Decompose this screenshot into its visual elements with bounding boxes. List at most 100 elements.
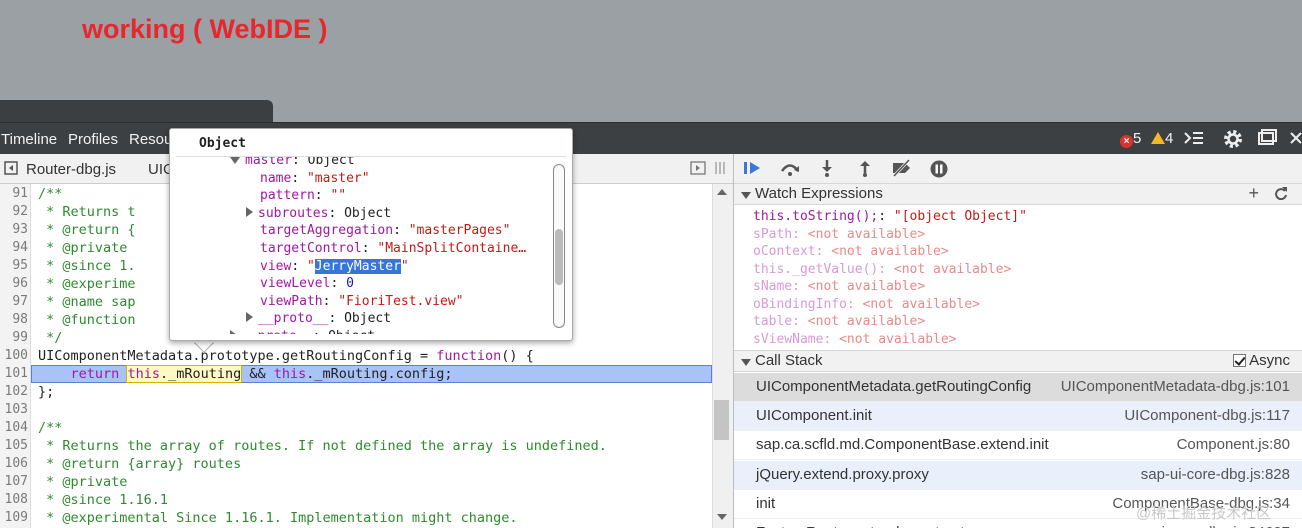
resume-icon[interactable] [742,159,764,179]
page-banner: working ( WebIDE ) [82,14,328,44]
line-number[interactable]: 91 [0,186,28,201]
object-property-row: name: "master" [260,171,370,186]
property-value: "FioriTest.view" [338,293,464,309]
debugger-toggle-icon[interactable] [690,161,706,179]
line-number[interactable]: 100 [0,348,28,363]
call-frame[interactable]: jQuery.extend.proxy.proxy sap-ui-core-dbg… [734,460,1302,490]
console-drawer-icon[interactable] [1184,130,1204,150]
object-property-row[interactable]: subroutes: Object [246,206,391,221]
line-number[interactable]: 97 [0,294,28,309]
editor-scrollbar[interactable] [712,184,733,528]
navigator-toggle-icon[interactable] [4,161,18,179]
watch-expression-row[interactable]: table: <not available> [753,314,925,329]
expand-triangle-icon[interactable] [230,330,237,334]
call-frame[interactable]: UIComponent.init UIComponent-dbg.js:117 [734,402,1302,432]
line-number[interactable]: 102 [0,384,28,399]
popover-scroll-thumb[interactable] [555,229,563,285]
keyword-token: this [127,366,160,382]
property-separator: : [312,329,328,334]
line-number[interactable]: 109 [0,510,28,525]
gear-icon[interactable] [1222,128,1244,154]
property-key: view [260,258,292,274]
line-number[interactable]: 93 [0,222,28,237]
watch-expression-row[interactable]: sName: <not available> [753,279,925,294]
hovered-expression[interactable]: this._mRouting [126,365,243,383]
object-property-row[interactable]: __proto__: Object [230,329,375,334]
watch-separator: : [823,331,840,347]
watch-expression-row[interactable]: this.toString();: "[object Object]" [753,209,1027,224]
line-number[interactable]: 96 [0,276,28,291]
error-icon: × [1120,135,1133,148]
call-frame[interactable]: sap.ca.scfld.md.ComponentBase.extend.ini… [734,431,1302,461]
watch-expression-row[interactable]: this._getValue(): <not available> [753,262,1011,277]
dock-icon[interactable] [1257,129,1279,153]
call-frame-location[interactable]: sap-ui-core-dbg.js:34627 [1124,524,1290,528]
line-number[interactable]: 108 [0,492,28,507]
watch-expression-row[interactable]: oBindingInfo: <not available> [753,297,980,312]
pause-on-exceptions-icon[interactable] [928,159,950,179]
code-line: * @return { [38,222,136,238]
code-line: * @private [38,474,128,490]
watch-expression-row[interactable]: oContext: <not available> [753,244,949,259]
call-frame-location[interactable]: UIComponentMetadata-dbg.js:101 [1061,378,1290,395]
property-value: "masterPages" [408,223,511,239]
object-property-row: view: "JerryMaster" [260,258,409,274]
object-property-row: pattern: "" [260,188,346,203]
call-stack-header[interactable]: Call Stack Async [734,350,1302,372]
refresh-icon[interactable] [1274,186,1288,206]
line-number[interactable]: 106 [0,456,28,471]
line-number[interactable]: 101 [0,366,28,381]
expand-triangle-icon[interactable] [246,206,253,217]
watch-separator: : [792,226,808,242]
keyword-token: this [273,366,307,382]
selected-value[interactable]: JerryMaster [314,258,401,274]
scroll-down-icon[interactable] [717,514,727,520]
watch-expression-row[interactable]: sPath: <not available> [753,227,925,242]
call-frame-location[interactable]: sap-ui-core-dbg.js:828 [1141,466,1290,483]
call-frame-location[interactable]: Component.js:80 [1177,436,1290,453]
error-counter[interactable]: × 5 [1120,130,1141,148]
line-number[interactable]: 98 [0,312,28,327]
step-out-icon[interactable] [854,159,876,179]
step-into-icon[interactable] [816,159,838,179]
tab-timeline[interactable]: Timeline [1,131,57,148]
watch-expressions-header[interactable]: Watch Expressions + [734,183,1302,205]
close-icon[interactable] [1289,130,1302,150]
collapse-triangle-icon[interactable] [230,157,240,164]
source-file-tab[interactable]: Router-dbg.js [26,161,116,178]
columns-icon[interactable] [713,161,727,179]
line-number[interactable]: 92 [0,204,28,219]
line-number[interactable]: 107 [0,474,28,489]
code-line: * @return {array} routes [38,456,242,472]
async-checkbox[interactable] [1232,354,1246,367]
add-icon[interactable]: + [1248,183,1259,203]
code-line: * @since 1. [38,258,136,274]
watch-expression-row[interactable]: sViewName: <not available> [753,332,957,347]
code-token: && [241,366,274,382]
line-number[interactable]: 95 [0,258,28,273]
call-frame-function: init [756,494,776,512]
property-separator: : [330,276,347,292]
code-token: () { [501,348,534,364]
expand-triangle-icon [741,359,751,366]
scroll-up-icon[interactable] [717,189,727,195]
line-number[interactable]: 104 [0,420,28,435]
line-number[interactable]: 103 [0,402,28,417]
expand-triangle-icon[interactable] [246,312,253,323]
async-toggle[interactable]: Async [1232,351,1290,371]
object-property-row[interactable]: __proto__: Object [246,311,391,326]
line-number[interactable]: 105 [0,438,28,453]
property-separator: : [291,157,308,168]
step-over-icon[interactable] [779,159,801,179]
tab-profiles[interactable]: Profiles [68,131,118,148]
line-number[interactable]: 94 [0,240,28,255]
warning-counter[interactable]: 4 [1151,130,1173,147]
deactivate-breakpoints-icon[interactable] [890,158,912,179]
editor-scroll-thumb[interactable] [714,400,729,440]
call-frame-location[interactable]: UIComponent-dbg.js:117 [1124,407,1290,424]
line-number[interactable]: 99 [0,330,28,345]
tab-resources[interactable]: Resou [129,131,172,148]
call-frame-selected[interactable]: UIComponentMetadata.getRoutingConfig UICo… [734,373,1302,402]
object-property-row[interactable]: master: Object [230,157,355,168]
watch-expression-value: <not available> [839,331,957,347]
